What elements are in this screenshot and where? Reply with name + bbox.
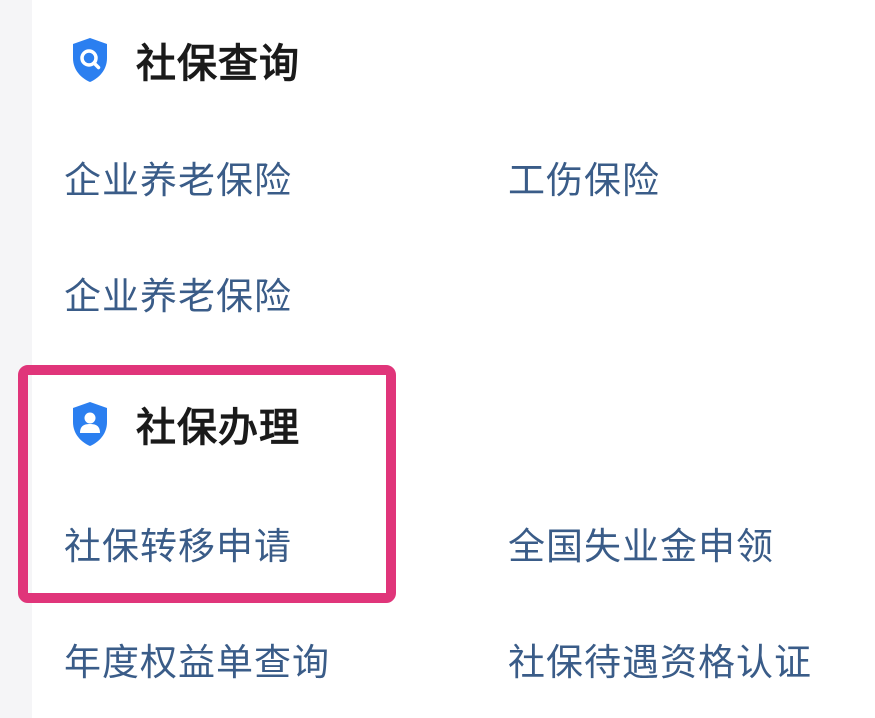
left-gutter: [0, 0, 32, 718]
link-work-injury-insurance[interactable]: 工伤保险: [508, 150, 660, 204]
link-enterprise-pension-2[interactable]: 企业养老保险: [64, 266, 292, 320]
query-section-header: 社保查询: [70, 32, 300, 88]
highlight-box: [18, 365, 396, 603]
search-shield-icon: [70, 36, 110, 84]
link-benefit-eligibility-certification[interactable]: 社保待遇资格认证: [508, 632, 812, 686]
link-enterprise-pension-1[interactable]: 企业养老保险: [64, 150, 292, 204]
link-unemployment-benefit-claim[interactable]: 全国失业金申领: [508, 516, 774, 570]
link-annual-rights-statement[interactable]: 年度权益单查询: [64, 632, 330, 686]
page: 社保查询 企业养老保险 工伤保险 企业养老保险 社保办理 社保转移申请 全国失业…: [0, 0, 875, 718]
query-section-title: 社保查询: [136, 41, 300, 87]
